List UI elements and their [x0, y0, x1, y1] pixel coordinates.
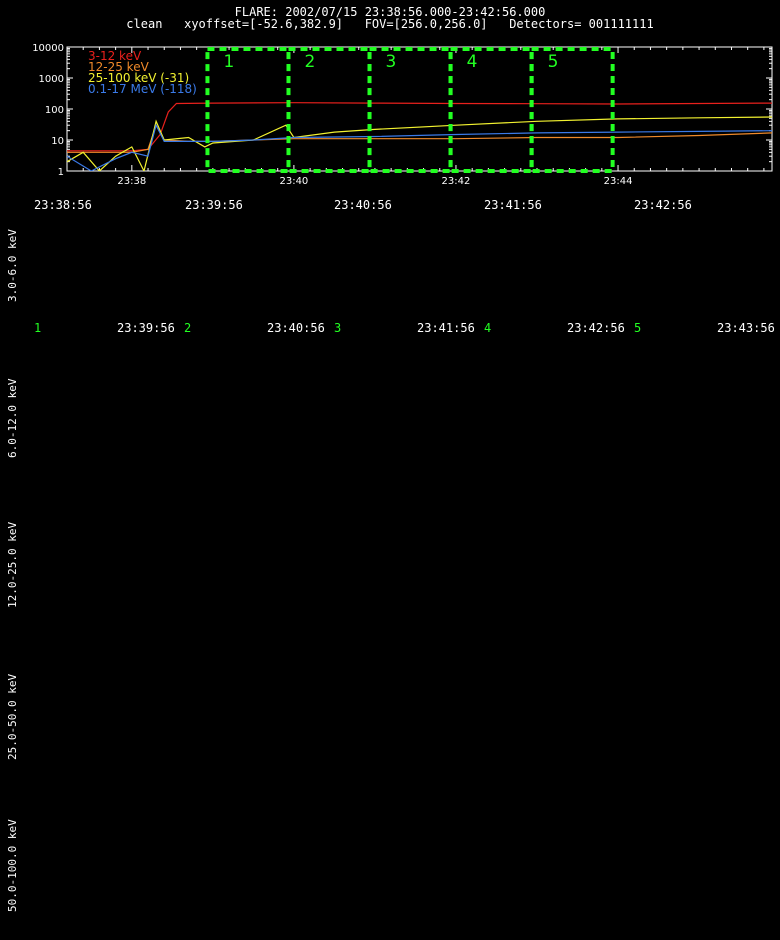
interval-number: 2	[184, 321, 192, 335]
y-tick-label: 10000	[32, 43, 64, 54]
time-label: 23:42:56	[634, 198, 692, 212]
energy-band-label: 3.0-6.0 keV	[6, 229, 19, 302]
series-line	[67, 116, 772, 171]
x-tick-label: 23:42	[442, 176, 471, 187]
y-tick-label: 10	[51, 136, 64, 147]
energy-band-label: 50.0-100.0 keV	[6, 819, 19, 912]
x-tick-label: 23:40	[279, 176, 308, 187]
interval-box	[286, 47, 372, 173]
interval-label: 2	[304, 52, 315, 72]
y-tick-label: 1	[58, 167, 64, 178]
interval-box	[205, 47, 291, 173]
time-label: 23:39:56	[185, 198, 243, 212]
time-label: 23:40:56	[334, 198, 392, 212]
energy-band-label: 6.0-12.0 keV	[6, 378, 19, 458]
interval-time: 23:43:56	[717, 321, 775, 335]
interval-label: 3	[386, 52, 397, 72]
energy-band-label: 25.0-50.0 keV	[6, 673, 19, 760]
interval-number: 4	[484, 321, 492, 335]
interval-box	[529, 47, 615, 173]
energy-band-label: 12.0-25.0 keV	[6, 521, 19, 608]
interval-time: 23:41:56	[417, 321, 475, 335]
interval-number: 5	[634, 321, 642, 335]
x-tick-label: 23:38	[117, 176, 146, 187]
time-label: 23:38:56	[34, 198, 92, 212]
interval-box	[448, 47, 534, 173]
interval-time: 23:42:56	[567, 321, 625, 335]
interval-number: 1	[34, 321, 42, 335]
y-tick-label: 1000	[39, 74, 64, 85]
interval-label: 4	[467, 52, 478, 72]
lightcurve-chart: 1 10 100 1000 10000 23:38 23:40 23:42 23:44 1 2 3 4 5…	[32, 43, 773, 187]
plot-frame	[66, 46, 773, 172]
time-label: 23:41:56	[484, 198, 542, 212]
interval-time: 23:40:56	[267, 321, 325, 335]
interval-label: 1	[223, 52, 234, 72]
x-tick-label: 23:44	[604, 176, 633, 187]
interval-time: 23:39:56	[117, 321, 175, 335]
legend-entry: 0.1-17 MeV (-118)	[88, 82, 197, 96]
y-tick-label: 100	[45, 105, 64, 116]
interval-box	[367, 47, 453, 173]
series-line	[67, 123, 772, 171]
interval-number: 3	[334, 321, 342, 335]
interval-label: 5	[548, 52, 559, 72]
